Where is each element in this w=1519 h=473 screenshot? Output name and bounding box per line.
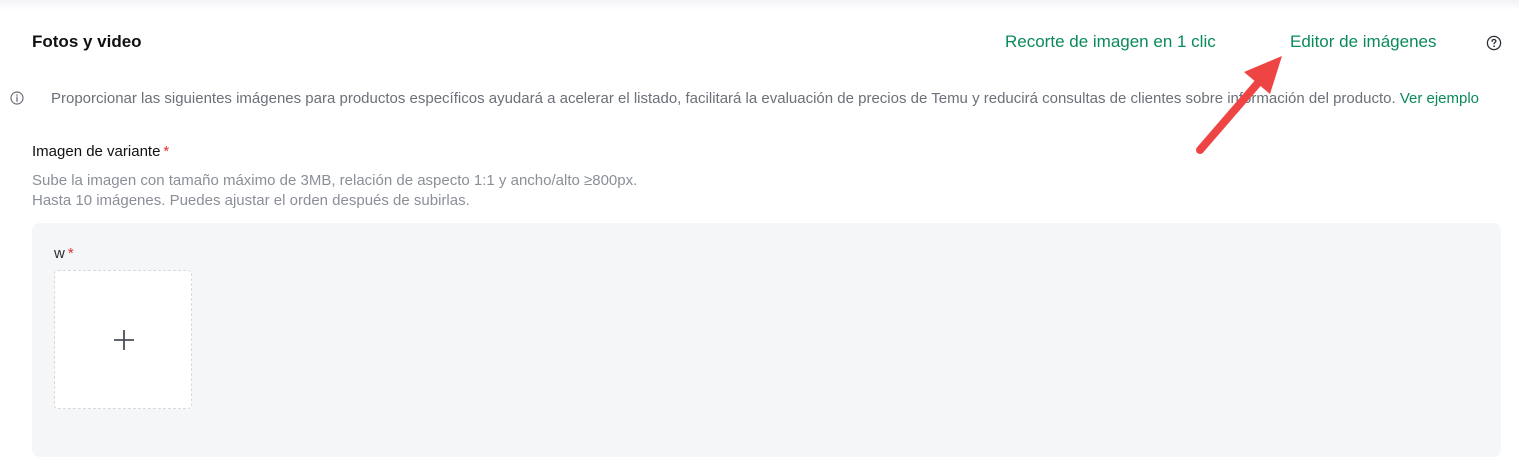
- top-shadow: [0, 0, 1519, 10]
- variant-image-label-text: Imagen de variante: [32, 143, 161, 160]
- one-click-crop-link[interactable]: Recorte de imagen en 1 clic: [1005, 32, 1216, 52]
- variant-required-star: *: [67, 245, 74, 262]
- info-circle-icon: [10, 90, 46, 105]
- variant-name-label: w *: [54, 245, 74, 262]
- image-editor-link[interactable]: Editor de imágenes: [1290, 32, 1436, 52]
- product-photos-section: Fotos y video Recorte de imagen en 1 cli…: [0, 0, 1519, 473]
- upload-hint-line-1: Sube la imagen con tamaño máximo de 3MB,…: [32, 172, 638, 189]
- variant-name: w: [54, 245, 65, 262]
- variant-upload-panel: w *: [32, 223, 1501, 457]
- required-star: *: [163, 143, 170, 160]
- info-text: Proporcionar las siguientes imágenes par…: [51, 90, 1396, 107]
- info-notice: Proporcionar las siguientes imágenes par…: [10, 88, 1500, 109]
- image-upload-button[interactable]: [54, 270, 192, 409]
- section-title: Fotos y video: [32, 32, 142, 51]
- upload-hint-line-2: Hasta 10 imágenes. Puedes ajustar el ord…: [32, 192, 470, 209]
- upload-hint: Sube la imagen con tamaño máximo de 3MB,…: [32, 171, 637, 211]
- see-example-link[interactable]: Ver ejemplo: [1400, 90, 1479, 107]
- variant-image-label: Imagen de variante *: [32, 143, 169, 160]
- plus-icon: [112, 328, 136, 352]
- question-circle-icon[interactable]: [1486, 35, 1502, 51]
